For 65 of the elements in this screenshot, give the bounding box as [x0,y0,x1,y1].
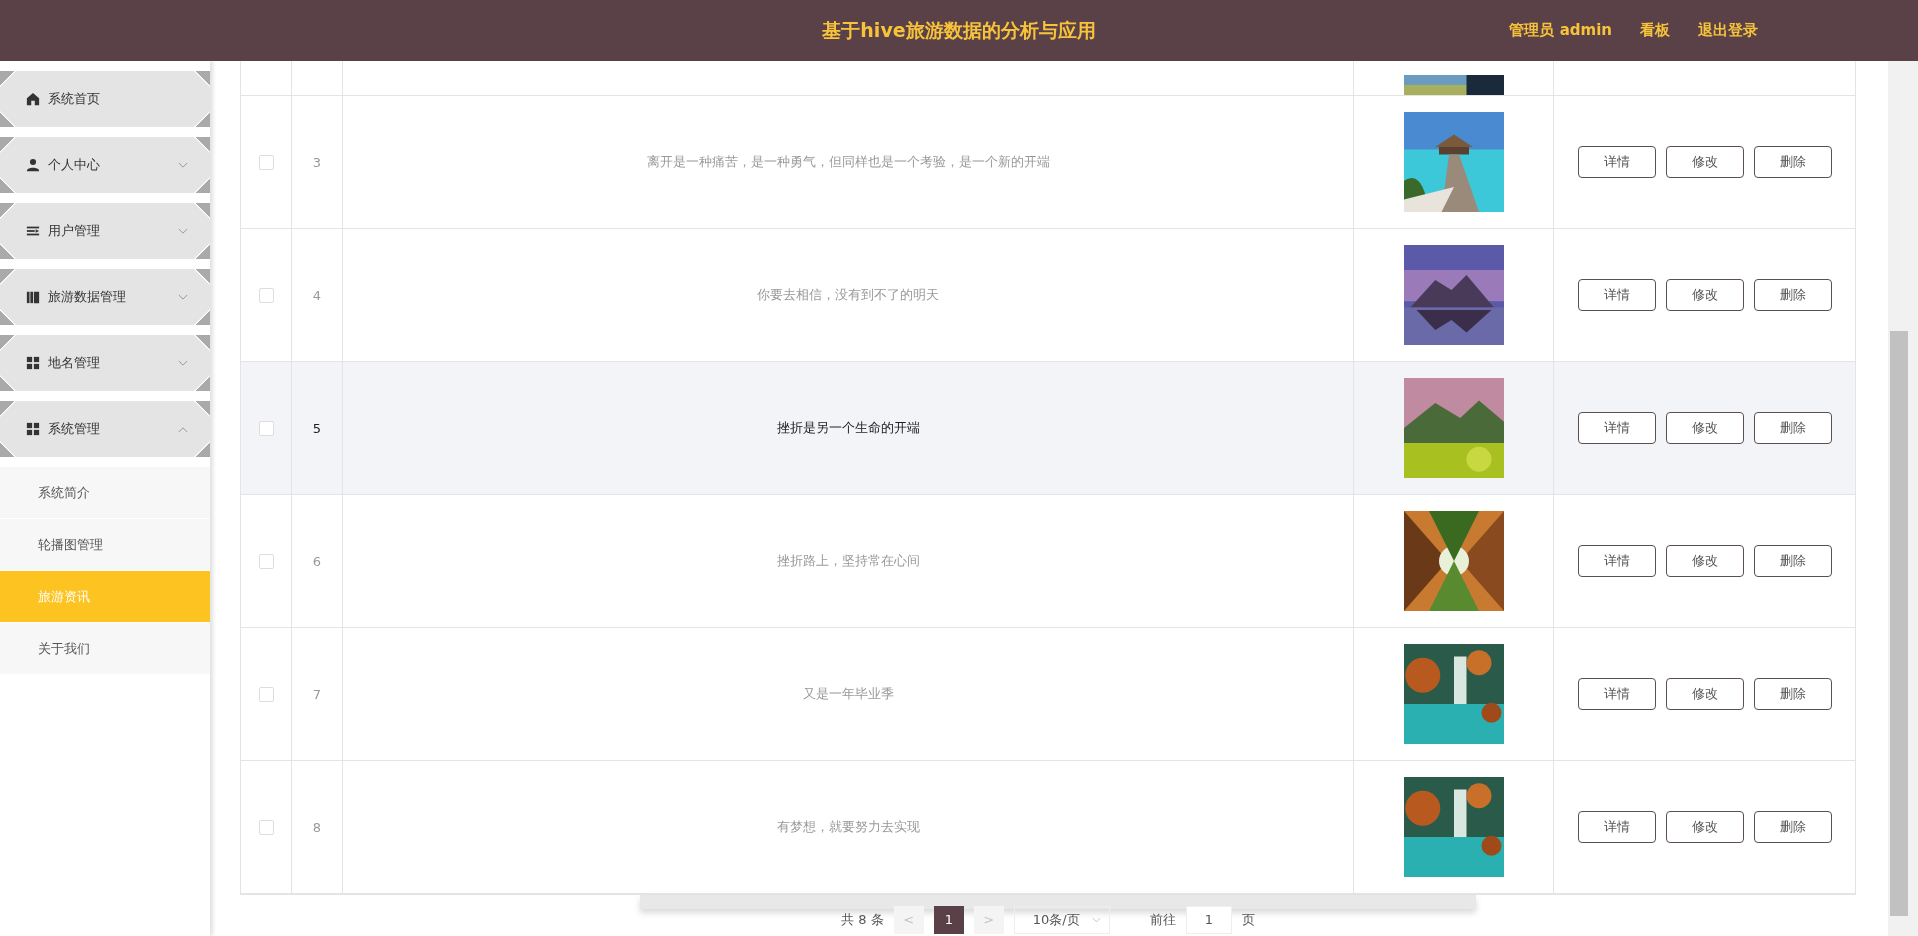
submenu-item[interactable]: 关于我们 [0,623,210,675]
checkbox[interactable] [258,819,274,835]
detail-button[interactable]: 详情 [1577,678,1656,710]
submenu-item[interactable]: 轮播图管理 [0,519,210,571]
delete-button[interactable]: 删除 [1753,678,1832,710]
menu-item[interactable]: 系统首页 [0,71,210,127]
grid-icon [26,422,40,436]
total-count: 共 8 条 [841,910,884,929]
menu-item[interactable]: 系统管理 [0,401,210,457]
table-row[interactable]: 5 挫折是另一个生命的开端 详情 修改 删除 [241,362,1855,495]
page-size-select[interactable]: 10条/页 [1013,905,1110,934]
edit-button[interactable]: 修改 [1665,279,1744,311]
detail-button[interactable]: 详情 [1577,146,1656,178]
news-title: 挫折是另一个生命的开端 [776,419,920,437]
row-number: 4 [312,287,322,303]
row-number: 6 [312,553,322,569]
delete-button[interactable]: 删除 [1753,412,1832,444]
list-icon [26,224,40,238]
detail-button[interactable]: 详情 [1577,811,1656,843]
grid-icon [26,356,40,370]
row-number: 7 [312,686,322,702]
row-number: 5 [312,420,322,436]
table-row[interactable]: 4 你要去相信，没有到不了的明天 详情 修改 删除 [241,229,1855,362]
user-icon [26,158,40,172]
edit-button[interactable]: 修改 [1665,545,1744,577]
home-icon [26,92,40,106]
header-link[interactable]: 退出登录 [1698,21,1758,40]
page-input[interactable]: 1 [1185,905,1232,934]
page-suffix: 页 [1241,910,1255,929]
detail-button[interactable]: 详情 [1577,412,1656,444]
checkbox[interactable] [258,287,274,303]
detail-button[interactable]: 详情 [1577,545,1656,577]
menu-item[interactable]: 个人中心 [0,137,210,193]
edit-button[interactable]: 修改 [1665,146,1744,178]
header-link[interactable]: 看板 [1640,21,1670,40]
submenu-item[interactable]: 系统简介 [0,467,210,519]
edit-button[interactable]: 修改 [1665,412,1744,444]
chevron-icon [1091,916,1101,923]
news-title: 你要去相信，没有到不了的明天 [757,286,939,304]
page-button[interactable]: 1 [933,905,964,934]
menu-item[interactable]: 地名管理 [0,335,210,391]
app-title: 基于hive旅游数据的分析与应用 [822,17,1096,43]
edit-button[interactable]: 修改 [1665,811,1744,843]
delete-button[interactable]: 删除 [1753,811,1832,843]
checkbox[interactable] [258,154,274,170]
table-row[interactable]: 8 有梦想，就要努力去实现 详情 修改 删除 [241,761,1855,894]
table-row[interactable]: 6 挫折路上，坚持常在心间 详情 修改 删除 [241,495,1855,628]
checkbox[interactable] [258,553,274,569]
delete-button[interactable]: 删除 [1753,146,1832,178]
news-title: 挫折路上，坚持常在心间 [776,552,920,570]
menu-item[interactable]: 用户管理 [0,203,210,259]
checkbox[interactable] [258,686,274,702]
row-number: 3 [312,154,322,170]
delete-button[interactable]: 删除 [1753,545,1832,577]
news-title: 有梦想，就要努力去实现 [776,818,920,836]
checkbox[interactable] [258,420,274,436]
scrollbar-thumb[interactable] [1890,331,1908,916]
menu-item[interactable]: 旅游数据管理 [0,269,210,325]
detail-button[interactable]: 详情 [1577,279,1656,311]
delete-button[interactable]: 删除 [1753,279,1832,311]
header-link[interactable]: 管理员 admin [1509,21,1612,40]
books-icon [26,290,40,304]
goto-label: 前往 [1149,910,1176,929]
row-number: 8 [312,819,322,835]
edit-button[interactable]: 修改 [1665,678,1744,710]
